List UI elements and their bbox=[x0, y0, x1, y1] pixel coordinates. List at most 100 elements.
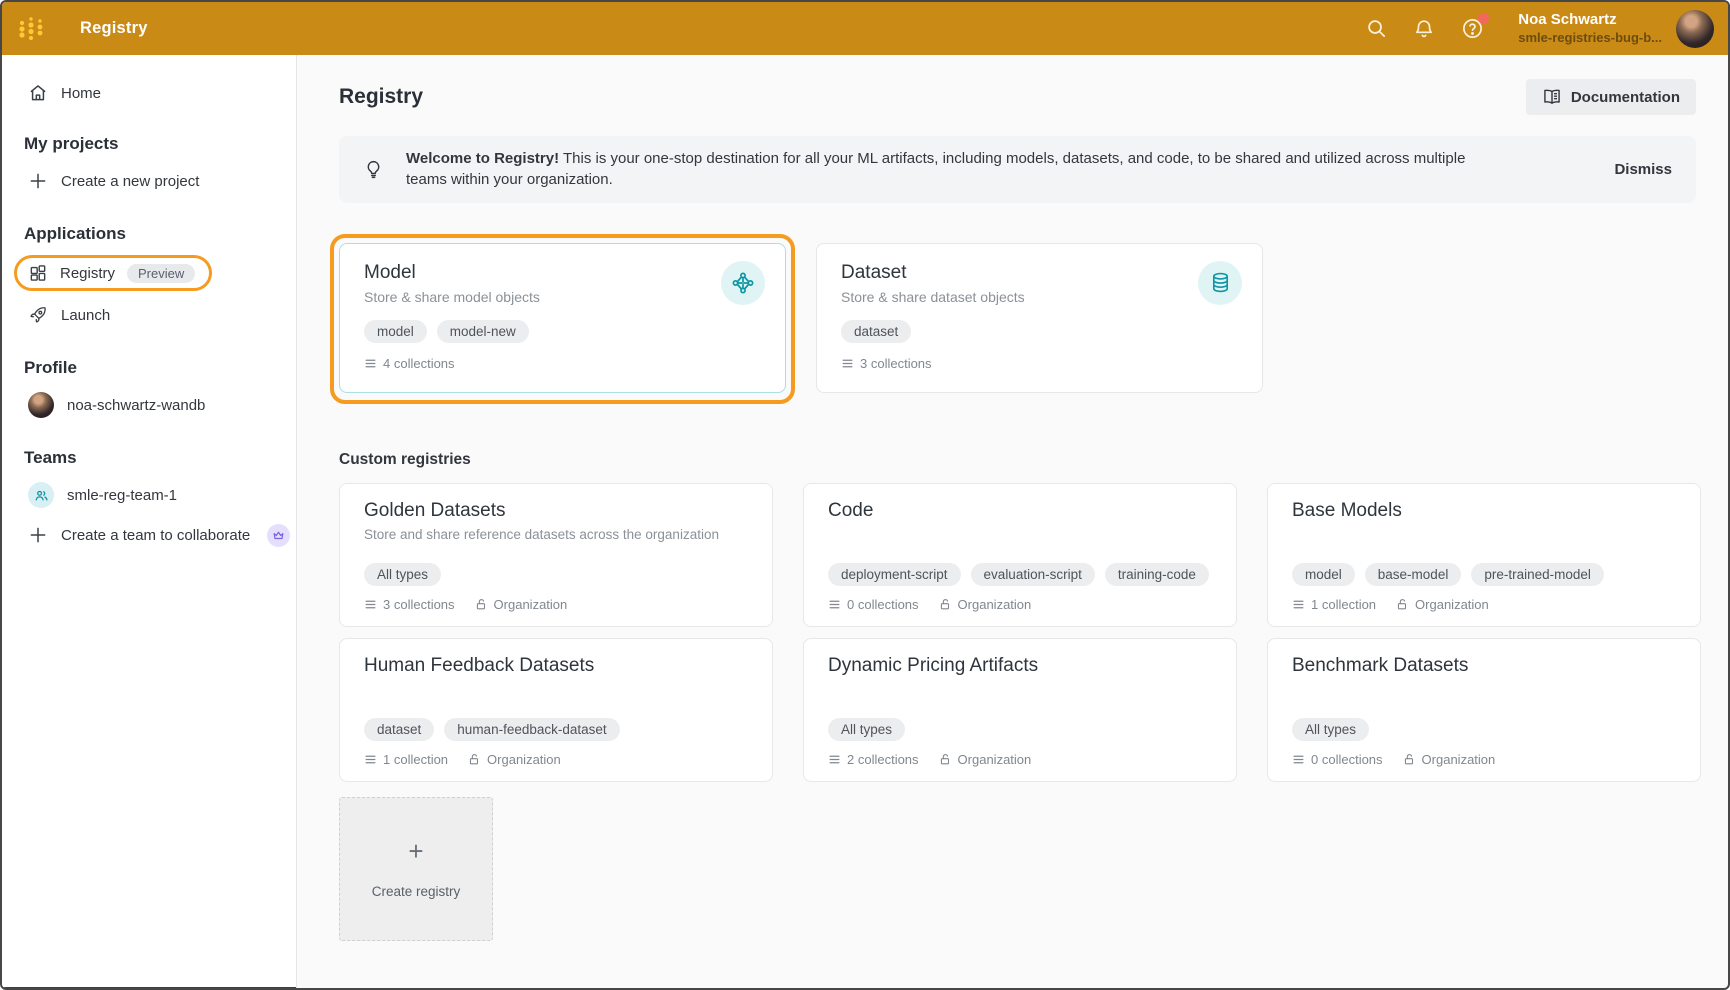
app-title: Registry bbox=[80, 19, 148, 38]
unlock-icon bbox=[1396, 598, 1409, 611]
custom-registry-card-human-feedback-datasets[interactable]: Human Feedback Datasets dataset human-fe… bbox=[339, 638, 773, 782]
model-icon bbox=[721, 261, 765, 305]
card-title: Dynamic Pricing Artifacts bbox=[828, 655, 1212, 677]
unlock-icon bbox=[939, 753, 952, 766]
tag: model bbox=[1292, 563, 1355, 586]
collections-list-icon bbox=[364, 753, 377, 766]
model-registry-card[interactable]: Model Store & share model objects model … bbox=[339, 243, 786, 393]
preview-badge: Preview bbox=[127, 264, 195, 283]
documentation-label: Documentation bbox=[1571, 89, 1680, 106]
profile-name: noa-schwartz-wandb bbox=[67, 397, 205, 414]
launch-label: Launch bbox=[61, 307, 110, 324]
tag: All types bbox=[828, 718, 905, 741]
collections-list-icon bbox=[364, 357, 377, 370]
tag: All types bbox=[1292, 718, 1369, 741]
collections-list-icon bbox=[364, 598, 377, 611]
custom-registry-card-golden-datasets[interactable]: Golden Datasets Store and share referenc… bbox=[339, 483, 773, 627]
banner-intro: Welcome to Registry! bbox=[406, 150, 559, 167]
sidebar-item-label: Home bbox=[61, 85, 101, 102]
collections-count: 0 collections bbox=[847, 597, 919, 612]
dismiss-button[interactable]: Dismiss bbox=[1590, 161, 1672, 178]
help-button[interactable] bbox=[1452, 9, 1492, 49]
profile-avatar bbox=[28, 392, 54, 418]
crown-icon bbox=[272, 529, 285, 542]
people-icon bbox=[34, 488, 49, 503]
visibility-label: Organization bbox=[487, 752, 561, 767]
custom-registry-card-benchmark-datasets[interactable]: Benchmark Datasets All types 0 collectio… bbox=[1267, 638, 1701, 782]
welcome-banner: Welcome to Registry! This is your one-st… bbox=[339, 136, 1696, 203]
lightbulb-icon bbox=[363, 159, 384, 180]
sidebar-item-team[interactable]: smle-reg-team-1 bbox=[2, 475, 296, 515]
collections-list-icon bbox=[828, 753, 841, 766]
collections-list-icon bbox=[841, 357, 854, 370]
app-window: Registry bbox=[0, 0, 1730, 990]
create-registry-label: Create registry bbox=[372, 884, 461, 899]
registry-label: Registry bbox=[60, 265, 115, 282]
collections-count: 4 collections bbox=[383, 356, 455, 371]
unlock-icon bbox=[468, 753, 481, 766]
custom-registries-header: Custom registries bbox=[339, 451, 1696, 469]
sidebar-item-registry[interactable]: Registry Preview bbox=[14, 255, 212, 291]
search-button[interactable] bbox=[1356, 9, 1396, 49]
create-registry-button[interactable]: + Create registry bbox=[339, 797, 493, 941]
user-name: Noa Schwartz bbox=[1518, 11, 1662, 30]
unlock-icon bbox=[939, 598, 952, 611]
sidebar: Home My projects Create a new project Ap… bbox=[2, 55, 297, 990]
notification-dot bbox=[1478, 13, 1489, 24]
home-icon bbox=[28, 83, 48, 103]
notifications-button[interactable] bbox=[1404, 9, 1444, 49]
custom-registry-card-base-models[interactable]: Base Models model base-model pre-trained… bbox=[1267, 483, 1701, 627]
card-title: Human Feedback Datasets bbox=[364, 655, 748, 677]
visibility-label: Organization bbox=[958, 752, 1032, 767]
documentation-button[interactable]: Documentation bbox=[1526, 79, 1696, 115]
upgrade-crown-badge bbox=[267, 524, 290, 547]
card-title: Code bbox=[828, 500, 1212, 522]
card-description: Store and share reference datasets acros… bbox=[364, 527, 748, 542]
card-title: Benchmark Datasets bbox=[1292, 655, 1676, 677]
card-title: Dataset bbox=[841, 262, 1238, 284]
dataset-registry-card[interactable]: Dataset Store & share dataset objects da… bbox=[816, 243, 1263, 393]
collections-list-icon bbox=[1292, 753, 1305, 766]
card-title: Base Models bbox=[1292, 500, 1676, 522]
user-avatar[interactable] bbox=[1676, 10, 1714, 48]
plus-icon: + bbox=[408, 838, 423, 864]
main-content: Registry Documentation bbox=[297, 55, 1728, 990]
applications-header: Applications bbox=[2, 217, 296, 251]
collections-list-icon bbox=[1292, 598, 1305, 611]
top-nav: Registry bbox=[2, 2, 1728, 55]
wandb-logo[interactable] bbox=[14, 14, 48, 44]
page-title: Registry bbox=[339, 85, 423, 109]
database-icon bbox=[1198, 261, 1242, 305]
unlock-icon bbox=[1403, 753, 1416, 766]
plus-icon bbox=[28, 171, 48, 191]
card-description: Store & share model objects bbox=[364, 289, 761, 305]
tag: All types bbox=[364, 563, 441, 586]
sidebar-item-home[interactable]: Home bbox=[2, 73, 296, 113]
visibility-label: Organization bbox=[958, 597, 1032, 612]
collections-list-icon bbox=[828, 598, 841, 611]
card-title: Model bbox=[364, 262, 761, 284]
card-title: Golden Datasets bbox=[364, 500, 748, 522]
tag: dataset bbox=[841, 320, 911, 343]
team-name: smle-reg-team-1 bbox=[67, 487, 177, 504]
book-icon bbox=[1542, 87, 1562, 107]
user-menu[interactable]: Noa Schwartz smle-registries-bug-b... bbox=[1518, 11, 1662, 46]
create-project-label: Create a new project bbox=[61, 173, 199, 190]
custom-registry-card-code[interactable]: Code deployment-script evaluation-script… bbox=[803, 483, 1237, 627]
tag: deployment-script bbox=[828, 563, 961, 586]
team-avatar bbox=[28, 482, 54, 508]
visibility-label: Organization bbox=[494, 597, 568, 612]
create-team-button[interactable]: Create a team to collaborate bbox=[2, 515, 296, 555]
registry-icon bbox=[28, 263, 48, 283]
rocket-icon bbox=[28, 305, 48, 325]
tag: human-feedback-dataset bbox=[444, 718, 619, 741]
collections-count: 3 collections bbox=[383, 597, 455, 612]
create-project-button[interactable]: Create a new project bbox=[2, 161, 296, 201]
sidebar-item-launch[interactable]: Launch bbox=[2, 295, 296, 335]
collections-count: 3 collections bbox=[860, 356, 932, 371]
tag: model bbox=[364, 320, 427, 343]
custom-registry-card-dynamic-pricing-artifacts[interactable]: Dynamic Pricing Artifacts All types 2 co… bbox=[803, 638, 1237, 782]
plus-icon bbox=[28, 525, 48, 545]
tag: dataset bbox=[364, 718, 434, 741]
sidebar-item-profile[interactable]: noa-schwartz-wandb bbox=[2, 385, 296, 425]
